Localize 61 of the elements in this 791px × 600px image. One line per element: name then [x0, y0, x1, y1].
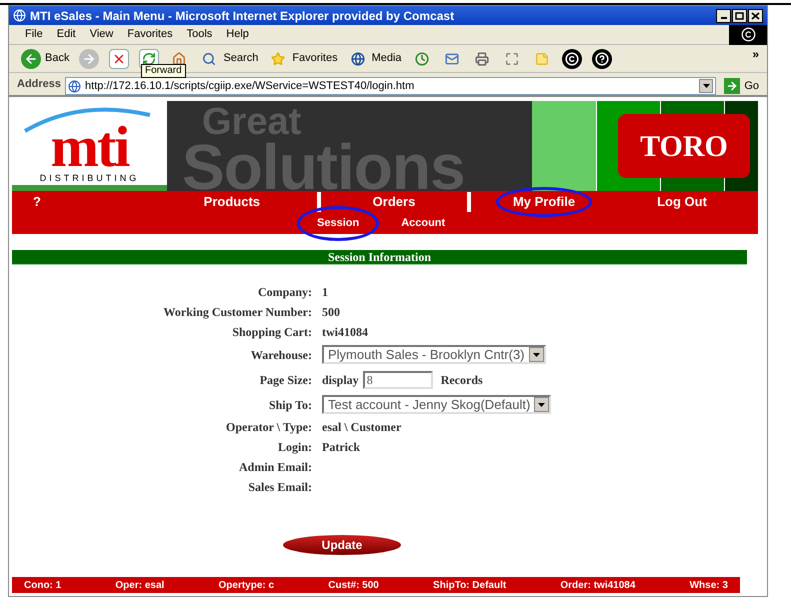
window-title: MTI eSales - Main Menu - Microsoft Internet Explorer provided by Comcast	[30, 8, 454, 24]
field-prefix: display	[322, 372, 359, 388]
browser-icon	[13, 9, 26, 22]
menu-item[interactable]: Edit	[56, 26, 76, 43]
field-suffix: Records	[440, 372, 483, 388]
status-item: Oper: esal	[115, 578, 164, 592]
field-value: twi41084	[322, 324, 368, 341]
update-button[interactable]: Update	[283, 535, 401, 555]
browser-logo-icon	[729, 24, 767, 44]
minimize-button[interactable]	[716, 8, 731, 22]
address-label: Address	[16, 76, 62, 92]
menu-item[interactable]: File	[25, 26, 43, 43]
menu-item[interactable]: Tools	[186, 26, 212, 43]
field-label: Page Size:	[260, 372, 312, 388]
field-value: esal \ Customer	[322, 419, 402, 436]
menu-item[interactable]: Favorites	[127, 26, 173, 43]
close-icon	[751, 12, 760, 20]
field-value: 1	[322, 284, 328, 301]
status-item: Cust#: 500	[328, 578, 379, 592]
go-button[interactable]: Go	[720, 78, 763, 94]
maximize-button[interactable]	[732, 8, 747, 22]
page-icon	[68, 80, 82, 92]
select-field[interactable]: Plymouth Sales - Brooklyn Cntr(3)	[322, 345, 546, 364]
field-label: Operator \ Type:	[226, 419, 312, 436]
select-field[interactable]: Test account - Jenny Skog(Default)	[322, 395, 552, 414]
copyright-icon	[562, 48, 582, 68]
field-label: Login:	[278, 439, 312, 456]
toolbar-button[interactable]: Back	[17, 46, 74, 70]
status-item: ShipTo: Default	[433, 578, 506, 592]
nav-link[interactable]: Log Out	[640, 187, 724, 217]
status-item: Whse: 3	[690, 578, 728, 592]
stop-icon	[109, 48, 130, 68]
section-title-bar: Session Information	[12, 250, 747, 265]
toro-logo: TORO	[618, 114, 750, 178]
menu-item[interactable]: View	[90, 26, 114, 43]
status-item: Order: twi41084	[560, 578, 636, 592]
field-label: Warehouse:	[250, 346, 312, 364]
tooltip: Forward	[141, 64, 186, 78]
toolbar-button[interactable]: Search	[195, 46, 262, 70]
menu-item[interactable]: Help	[226, 26, 249, 43]
status-item: Opertype: c	[218, 578, 274, 592]
help-icon	[592, 48, 612, 68]
field-label: Company:	[258, 284, 312, 301]
field-label: Sales Email:	[248, 479, 312, 496]
status-item: Cono: 1	[24, 578, 62, 592]
field-label: Admin Email:	[238, 459, 312, 476]
minimize-icon	[720, 17, 726, 19]
nav-link[interactable]: My Profile	[496, 187, 592, 217]
subnav-link[interactable]: Session	[297, 206, 380, 241]
toolbar-overflow[interactable]: »	[752, 45, 759, 63]
address-field[interactable]: http://172.16.10.1/scripts/cgiip.exe/WService=WSTEST40/login.htm	[65, 77, 716, 95]
field-value: Patrick	[322, 439, 360, 456]
field-label: Shopping Cart:	[232, 324, 312, 341]
toolbar-button[interactable]: Favorites	[264, 46, 342, 70]
maximize-icon	[735, 12, 744, 20]
toolbar-button[interactable]: Media	[344, 46, 406, 70]
page-size-input[interactable]: 8	[362, 370, 433, 388]
close-button[interactable]	[748, 8, 763, 22]
field-label: Working Customer Number:	[164, 304, 312, 321]
field-label: Ship To:	[268, 396, 312, 414]
field-value: 500	[322, 304, 340, 321]
